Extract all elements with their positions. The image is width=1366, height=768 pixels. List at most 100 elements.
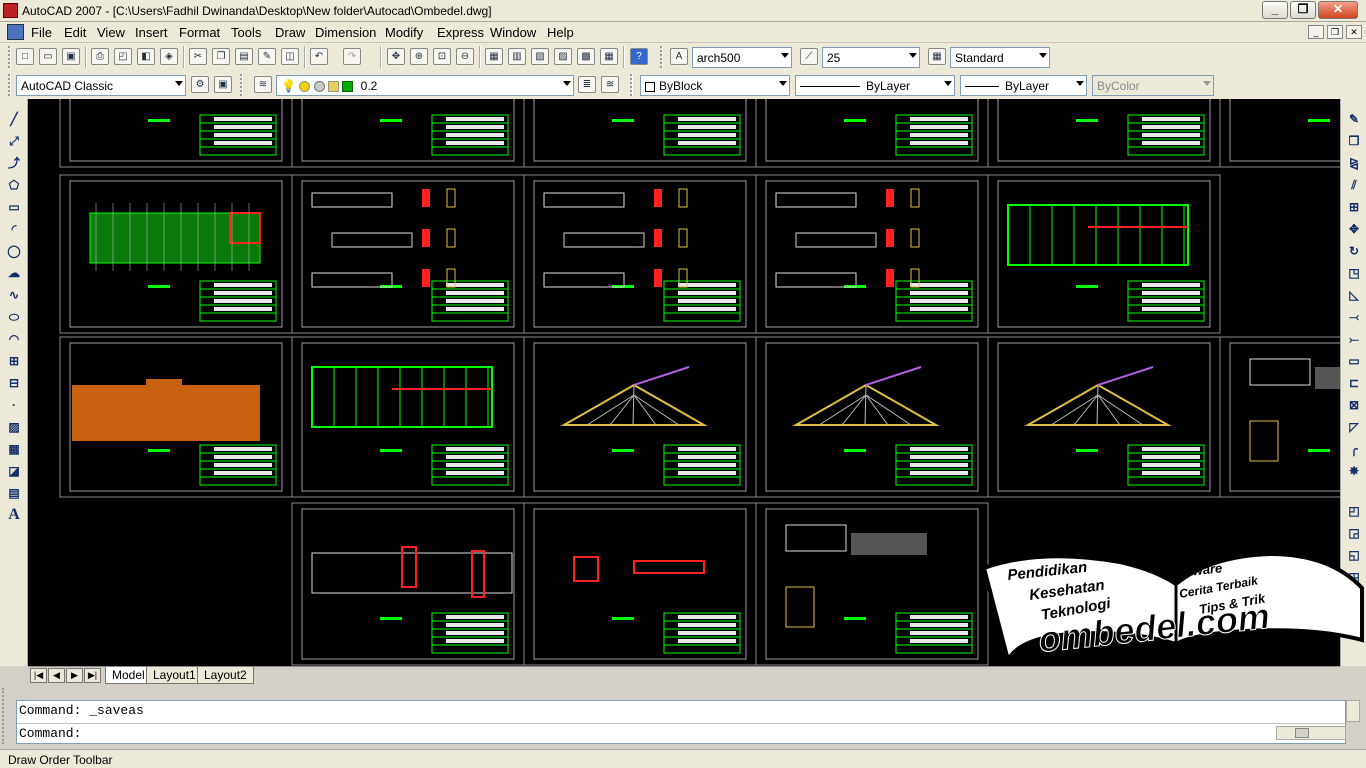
zoom-realtime-icon[interactable]: ⊕ — [410, 48, 428, 65]
menu-edit[interactable]: Edit — [64, 25, 86, 40]
dim-style-combo[interactable]: 25 — [822, 47, 920, 68]
table-icon[interactable]: ▤ — [5, 485, 23, 501]
menu-window[interactable]: Window — [490, 25, 536, 40]
scale-icon[interactable]: ◳ — [1345, 265, 1363, 281]
copy-icon[interactable]: ❐ — [212, 48, 230, 65]
tab-layout1[interactable]: Layout1 — [146, 667, 203, 684]
markup-icon[interactable]: ▩ — [577, 48, 595, 65]
fillet-icon[interactable]: ╭ — [1345, 441, 1363, 457]
color-combo[interactable]: ByBlock — [640, 75, 790, 96]
gradient-icon[interactable]: ▦ — [5, 441, 23, 457]
revision-cloud-icon[interactable]: ☁ — [5, 265, 23, 281]
tab-model[interactable]: Model — [105, 667, 152, 684]
sheet-set-icon[interactable]: ▨ — [554, 48, 572, 65]
trim-icon[interactable]: ⤙ — [1345, 309, 1363, 325]
mirror-icon[interactable]: ⧎ — [1345, 155, 1363, 171]
zoom-window-icon[interactable]: ⊡ — [433, 48, 451, 65]
rotate-icon[interactable]: ↻ — [1345, 243, 1363, 259]
menu-insert[interactable]: Insert — [135, 25, 168, 40]
arc-icon[interactable]: ◜ — [5, 221, 23, 237]
prev-tab-button[interactable]: ◀ — [48, 668, 65, 683]
multiline-text-icon[interactable]: A — [5, 507, 23, 523]
command-grip[interactable] — [2, 688, 10, 744]
open-icon[interactable]: ▭ — [39, 48, 57, 65]
explode-icon[interactable]: ✸ — [1345, 463, 1363, 479]
properties-icon[interactable]: ▦ — [485, 48, 503, 65]
new-icon[interactable]: □ — [16, 48, 34, 65]
menu-draw[interactable]: Draw — [275, 25, 305, 40]
dim-style-icon[interactable]: ⟋ — [800, 48, 818, 65]
menu-modify[interactable]: Modify — [385, 25, 423, 40]
table-style-combo[interactable]: Standard — [950, 47, 1050, 68]
table-style-icon[interactable]: ▦ — [928, 48, 946, 65]
save-icon[interactable]: ▣ — [62, 48, 80, 65]
minimize-button[interactable]: _ — [1262, 1, 1288, 19]
document-icon[interactable] — [7, 24, 24, 40]
plot-preview-icon[interactable]: ◰ — [114, 48, 132, 65]
cut-icon[interactable]: ✂ — [189, 48, 207, 65]
spline-icon[interactable]: ∿ — [5, 287, 23, 303]
workspace-combo[interactable]: AutoCAD Classic — [16, 75, 186, 96]
scroll-thumb[interactable] — [1295, 728, 1309, 738]
bring-to-front-icon[interactable]: ◰ — [1345, 503, 1363, 519]
help-icon[interactable]: ? — [630, 48, 648, 65]
menu-help[interactable]: Help — [547, 25, 574, 40]
publish-icon[interactable]: ◧ — [137, 48, 155, 65]
last-tab-button[interactable]: ▶| — [84, 668, 101, 683]
polygon-icon[interactable]: ⬠ — [5, 177, 23, 193]
text-style-icon[interactable]: A — [670, 48, 688, 65]
rectangle-icon[interactable]: ▭ — [5, 199, 23, 215]
command-prompt[interactable]: Command: — [19, 726, 81, 741]
menu-express[interactable]: Express — [437, 25, 484, 40]
offset-icon[interactable]: ⫽ — [1345, 177, 1363, 193]
zoom-previous-icon[interactable]: ⊖ — [456, 48, 474, 65]
close-button[interactable]: ✕ — [1318, 1, 1358, 19]
lineweight-combo[interactable]: ByLayer — [960, 75, 1087, 96]
line-icon[interactable]: ╱ — [5, 111, 23, 127]
break-icon[interactable]: ⊏ — [1345, 375, 1363, 391]
3d-dwf-icon[interactable]: ◈ — [160, 48, 178, 65]
menu-tools[interactable]: Tools — [231, 25, 261, 40]
menu-dimension[interactable]: Dimension — [315, 25, 376, 40]
command-history[interactable]: Command: _saveas Command: — [16, 700, 1346, 744]
extend-icon[interactable]: ⤚ — [1345, 331, 1363, 347]
doc-close-button[interactable]: ✕ — [1346, 25, 1362, 39]
match-properties-icon[interactable]: ✎ — [258, 48, 276, 65]
chamfer-icon[interactable]: ◸ — [1345, 419, 1363, 435]
ellipse-icon[interactable]: ⬭ — [5, 309, 23, 325]
first-tab-button[interactable]: |◀ — [30, 668, 47, 683]
tab-layout2[interactable]: Layout2 — [197, 667, 254, 684]
layer-manager-icon[interactable]: ≋ — [254, 76, 272, 93]
paste-icon[interactable]: ▤ — [235, 48, 253, 65]
array-icon[interactable]: ⊞ — [1345, 199, 1363, 215]
menu-format[interactable]: Format — [179, 25, 220, 40]
copy-object-icon[interactable]: ❐ — [1345, 133, 1363, 149]
region-icon[interactable]: ◪ — [5, 463, 23, 479]
stretch-icon[interactable]: ◺ — [1345, 287, 1363, 303]
doc-restore-button[interactable]: ❐ — [1327, 25, 1343, 39]
design-center-icon[interactable]: ▥ — [508, 48, 526, 65]
command-scrollbar[interactable] — [1346, 700, 1360, 722]
circle-icon[interactable]: ◯ — [5, 243, 23, 259]
tool-palettes-icon[interactable]: ▧ — [531, 48, 549, 65]
calculator-icon[interactable]: ▦ — [600, 48, 618, 65]
point-icon[interactable]: · — [5, 397, 23, 413]
save-workspace-icon[interactable]: ▣ — [214, 76, 232, 93]
linetype-combo[interactable]: ByLayer — [795, 75, 955, 96]
hatch-icon[interactable]: ▨ — [5, 419, 23, 435]
make-object-layer-current-icon[interactable]: ≣ — [578, 76, 596, 93]
plotstyle-combo[interactable]: ByColor — [1092, 75, 1214, 96]
break-at-point-icon[interactable]: ▭ — [1345, 353, 1363, 369]
layer-previous-icon[interactable]: ≊ — [601, 76, 619, 93]
join-icon[interactable]: ⊠ — [1345, 397, 1363, 413]
make-block-icon[interactable]: ⊟ — [5, 375, 23, 391]
insert-block-icon[interactable]: ⊞ — [5, 353, 23, 369]
pan-icon[interactable]: ✥ — [387, 48, 405, 65]
workspace-settings-icon[interactable]: ⚙ — [191, 76, 209, 93]
layer-combo[interactable]: 💡 0.2 — [276, 75, 574, 96]
send-to-back-icon[interactable]: ◲ — [1345, 525, 1363, 541]
menu-view[interactable]: View — [97, 25, 125, 40]
plot-icon[interactable]: ⎙ — [91, 48, 109, 65]
move-icon[interactable]: ✥ — [1345, 221, 1363, 237]
restore-button[interactable]: ❐ — [1290, 1, 1316, 19]
